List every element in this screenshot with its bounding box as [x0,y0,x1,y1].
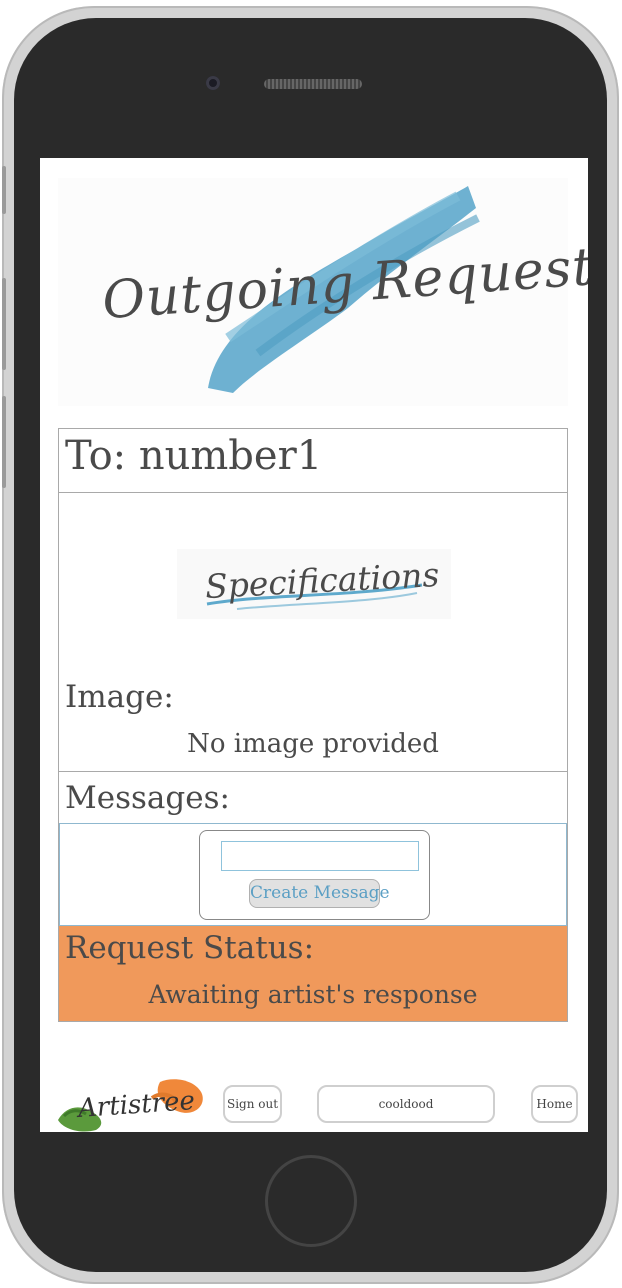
status-label: Request Status: [65,930,315,966]
volume-up-button [2,278,6,370]
request-status-panel: Request Status: Awaiting artist's respon… [59,926,567,1021]
home-hardware-button[interactable] [265,1155,357,1247]
image-label: Image: [65,679,174,715]
recipient-label: To: number1 [65,433,323,479]
mute-switch [2,166,6,214]
app-screen: Outgoing Request To: number1 Specificati… [40,158,588,1132]
message-compose-area: Create Message [59,823,567,926]
message-input[interactable] [221,841,419,871]
specifications-banner: Specifications [177,549,451,619]
recipient-row: To: number1 [59,429,567,493]
username-button[interactable]: cooldood [317,1085,495,1123]
sign-out-button[interactable]: Sign out [223,1085,282,1123]
status-value: Awaiting artist's response [148,980,478,1009]
message-compose-box: Create Message [199,830,430,920]
create-message-button[interactable]: Create Message [249,879,390,908]
artistree-logo[interactable]: Artistree [56,1076,206,1132]
image-value: No image provided [187,729,439,759]
header-banner: Outgoing Request [58,178,588,406]
request-card: To: number1 Specifications Image: No ima… [58,428,568,1022]
section-divider [59,771,567,772]
earpiece-speaker [264,79,362,89]
front-camera [206,76,220,90]
home-button[interactable]: Home [531,1085,578,1123]
volume-down-button [2,396,6,488]
messages-label: Messages: [65,780,230,816]
